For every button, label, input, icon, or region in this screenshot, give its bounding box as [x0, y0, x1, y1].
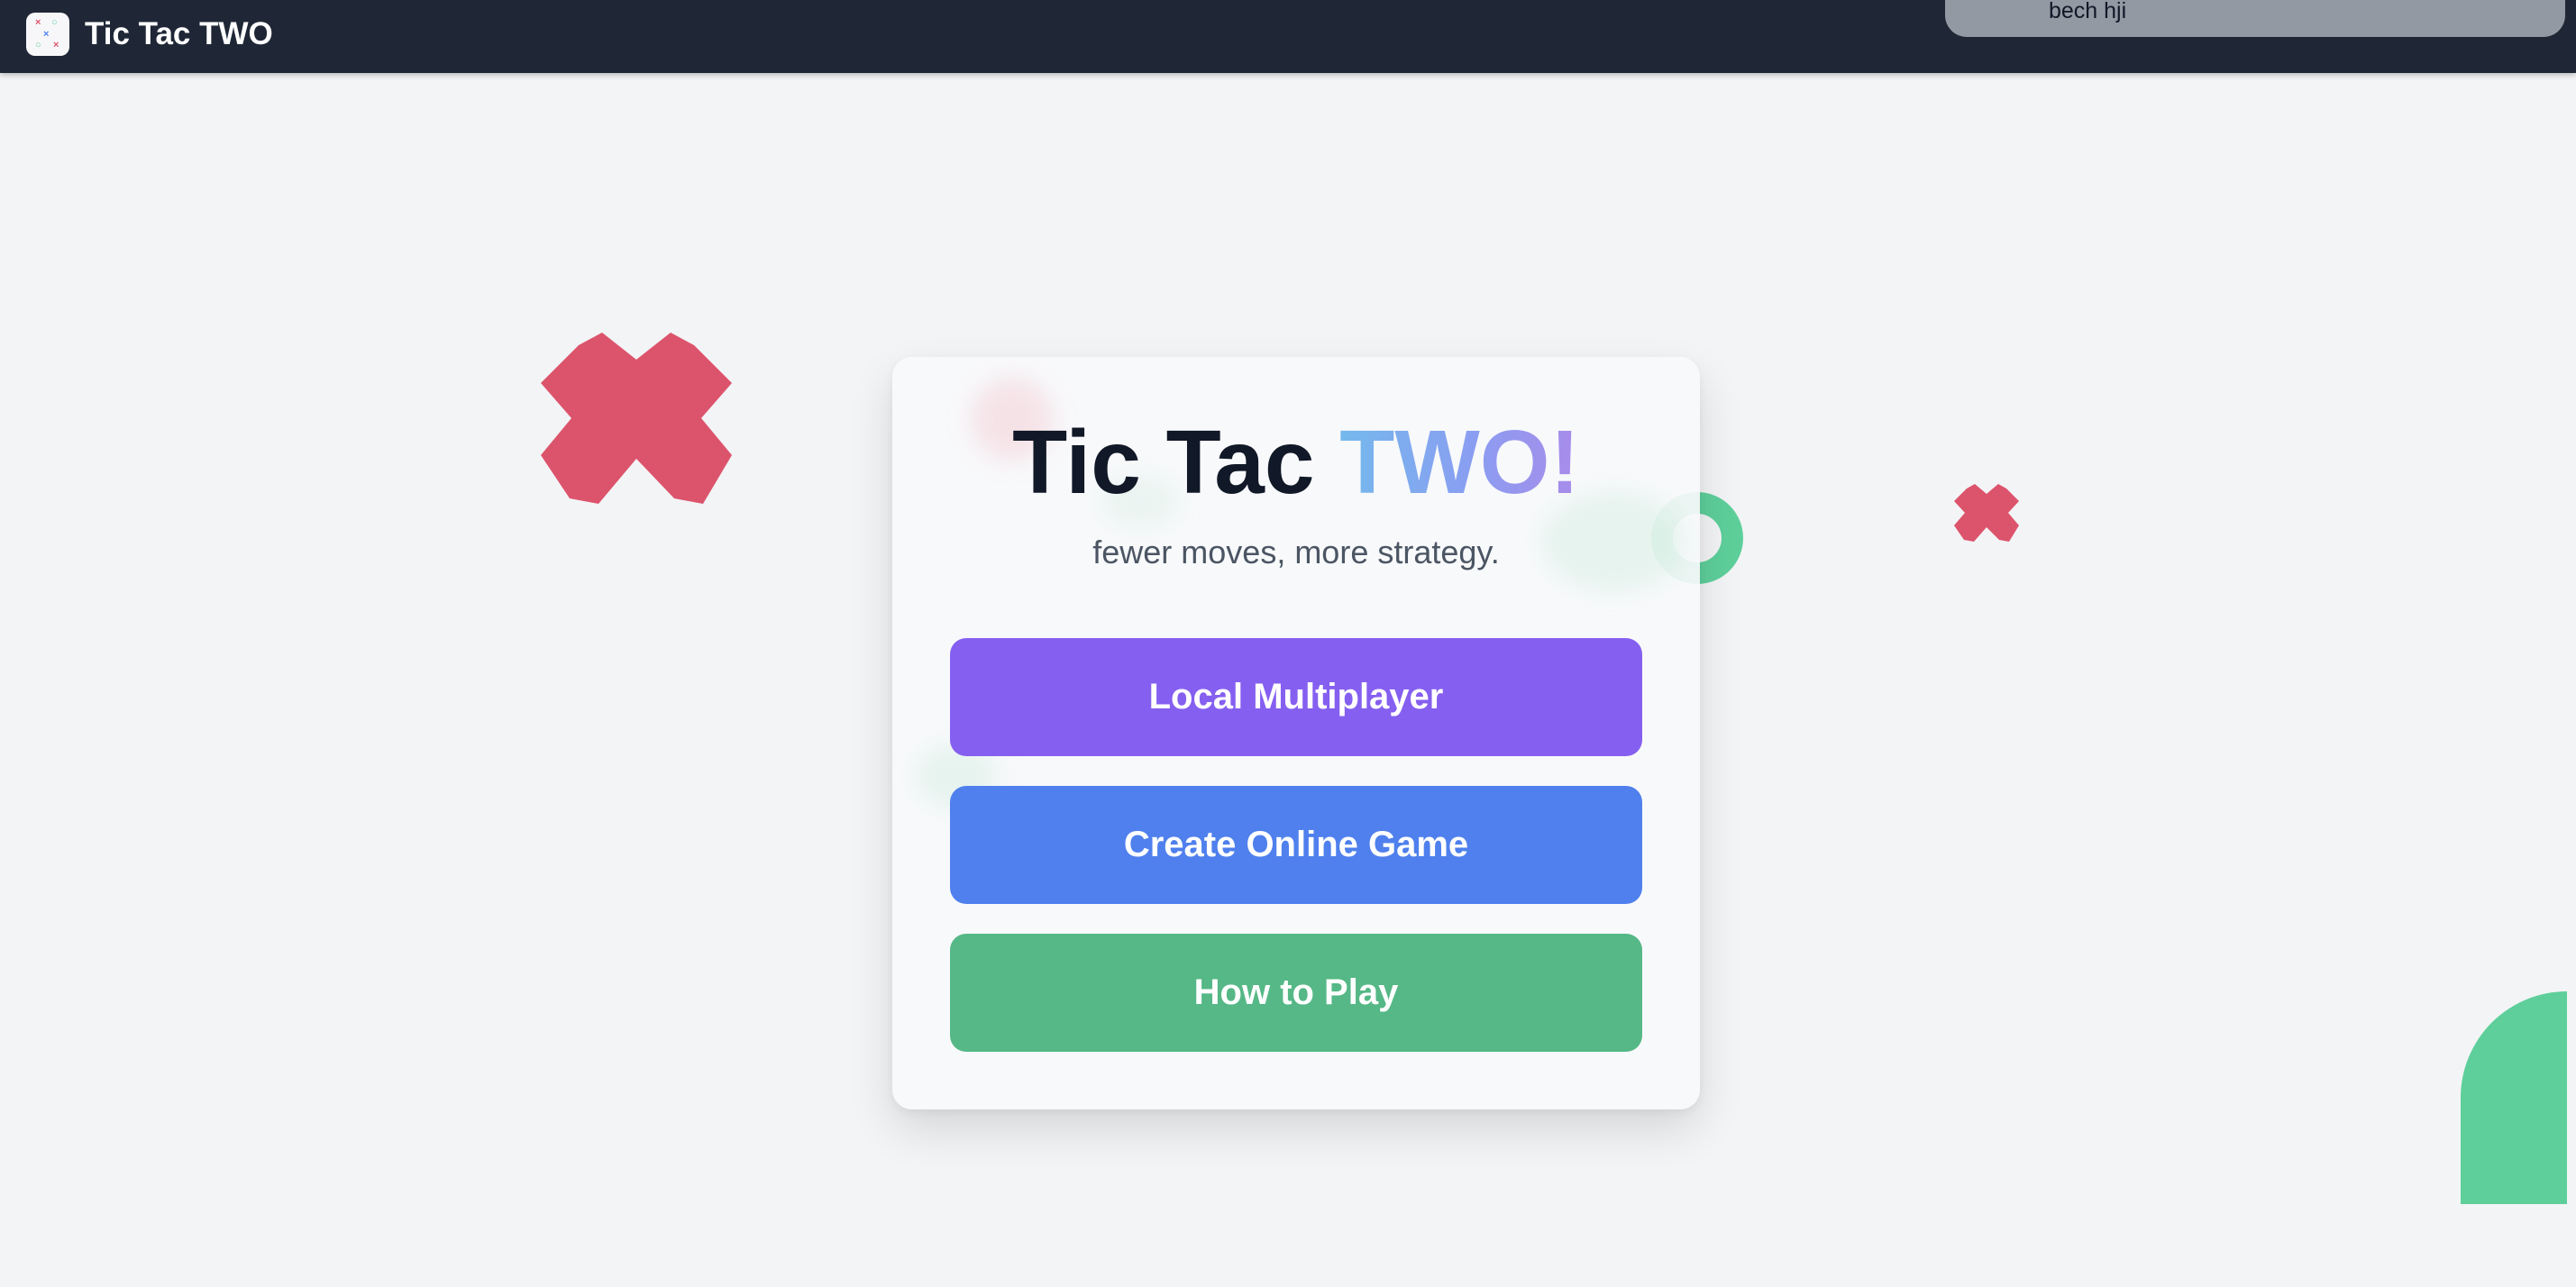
user-menu[interactable]: bech hji: [1945, 0, 2565, 37]
x-mark-icon: [541, 333, 732, 504]
title-accent: TWO!: [1339, 412, 1580, 513]
local-multiplayer-button[interactable]: Local Multiplayer: [950, 638, 1642, 756]
main-menu-card: Tic Tac TWO! fewer moves, more strategy.…: [892, 357, 1700, 1109]
title-main: Tic Tac: [1012, 412, 1315, 513]
top-navbar: × ○ × ○ × Tic Tac TWO bech hji: [0, 0, 2576, 73]
create-online-game-button[interactable]: Create Online Game: [950, 786, 1642, 904]
x-mark-icon: [1954, 484, 2019, 542]
brand-title: Tic Tac TWO: [85, 16, 273, 51]
o-quarter-icon: [2461, 991, 2567, 1204]
tagline: fewer moves, more strategy.: [1092, 534, 1500, 570]
how-to-play-button[interactable]: How to Play: [950, 934, 1642, 1052]
tic-tac-toe-board-icon: × ○ × ○ ×: [26, 13, 69, 56]
brand[interactable]: × ○ × ○ × Tic Tac TWO: [26, 13, 273, 56]
page-title: Tic Tac TWO!: [892, 413, 1700, 512]
user-name: bech hji: [2049, 0, 2127, 23]
